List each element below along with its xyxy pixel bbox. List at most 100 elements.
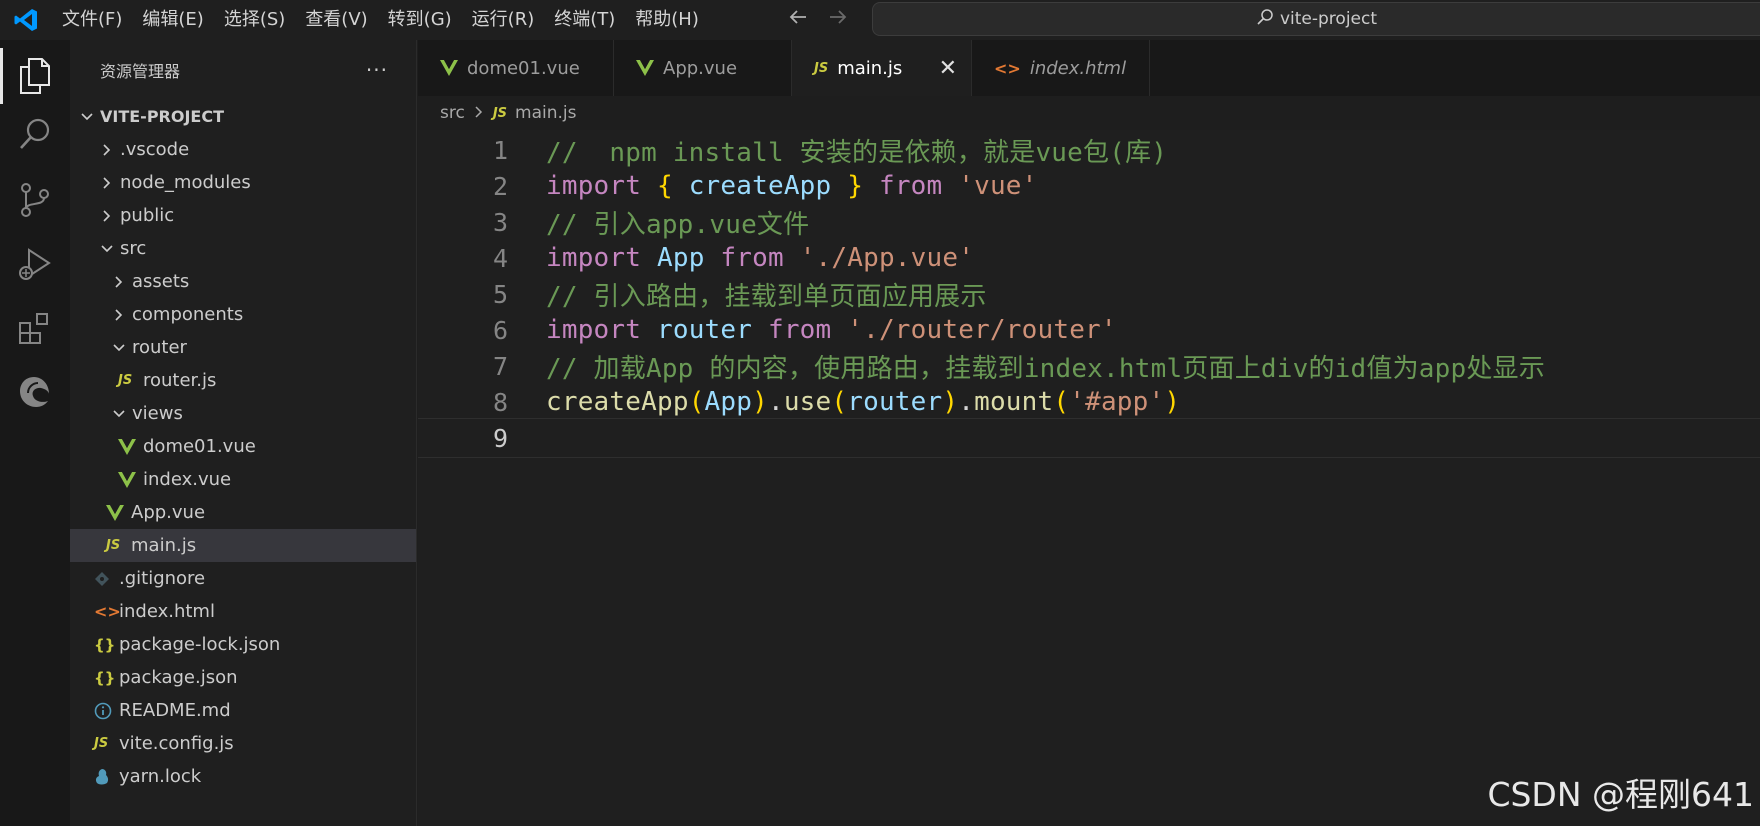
- code-text: import { createApp } from 'vue': [546, 171, 1038, 201]
- tab-label: index.html: [1029, 57, 1127, 79]
- vue-file-icon: [636, 60, 654, 76]
- tree-item-label: router: [132, 337, 187, 358]
- tree-item-label: README.md: [119, 700, 231, 721]
- line-number: 6: [492, 315, 508, 345]
- code-line: 7 // 加载App 的内容，使用路由，挂载到index.html页面上div的…: [418, 346, 1760, 386]
- html-file-icon: <>: [994, 58, 1021, 78]
- tree-item-gitignore[interactable]: .gitignore: [70, 562, 416, 595]
- tree-item-label: main.js: [131, 535, 197, 556]
- tree-item-app-vue[interactable]: App.vue: [70, 496, 416, 529]
- line-number: 3: [492, 207, 508, 237]
- tab-main-js[interactable]: JS main.js ✕: [792, 40, 972, 96]
- vscode-logo-icon: [0, 0, 52, 40]
- code-line: 2 import { createApp } from 'vue': [418, 166, 1760, 206]
- tree-item-label: node_modules: [120, 172, 251, 193]
- tree-item-label: .vscode: [120, 139, 190, 160]
- tree-item-label: public: [120, 205, 175, 226]
- code-text: // 引入app.vue文件: [546, 209, 810, 240]
- search-icon: [1256, 8, 1274, 30]
- html-file-icon: <>: [94, 602, 121, 621]
- line-number: 8: [492, 387, 508, 417]
- tree-item-views[interactable]: views: [70, 397, 416, 430]
- line-number: 5: [492, 279, 508, 309]
- close-icon[interactable]: ✕: [939, 56, 957, 81]
- tree-item-assets[interactable]: assets: [70, 265, 416, 298]
- menu-terminal[interactable]: 终端(T): [544, 0, 625, 40]
- tree-item-dome01-vue[interactable]: dome01.vue: [70, 430, 416, 463]
- code-text: // 引入路由，挂载到单页面应用展示: [546, 281, 987, 312]
- tree-item-label: dome01.vue: [143, 436, 256, 457]
- tree-root[interactable]: VITE-PROJECT: [70, 100, 416, 133]
- tree-item-label: vite.config.js: [119, 733, 234, 754]
- code-line: 6 import router from './router/router': [418, 310, 1760, 350]
- activity-bar: [0, 40, 70, 826]
- menu-run[interactable]: 运行(R): [462, 0, 545, 40]
- javascript-file-icon: JS: [492, 105, 508, 121]
- menu-file[interactable]: 文件(F): [52, 0, 132, 40]
- sidebar-title: 资源管理器: [100, 62, 181, 81]
- code-line: 3 // 引入app.vue文件: [418, 202, 1760, 242]
- tree-item-router-js[interactable]: JS router.js: [70, 364, 416, 397]
- tab-label: App.vue: [663, 57, 738, 79]
- code-line: 1 // npm install 安装的是依赖，就是vue包(库): [418, 130, 1760, 170]
- vue-file-icon: [440, 60, 458, 76]
- menu-bar: 文件(F) 编辑(E) 选择(S) 查看(V) 转到(G) 运行(R) 终端(T…: [52, 0, 709, 40]
- tab-app-vue[interactable]: App.vue: [614, 40, 792, 96]
- line-number: 4: [492, 243, 508, 273]
- tab-index-html[interactable]: <> index.html: [972, 40, 1150, 96]
- code-editor[interactable]: 1 // npm install 安装的是依赖，就是vue包(库) 2 impo…: [418, 130, 1760, 826]
- tree-item-label: views: [132, 403, 183, 424]
- tree-item-label: App.vue: [131, 502, 206, 523]
- tree-item-yarn-lock[interactable]: yarn.lock: [70, 760, 416, 793]
- tree-item-router[interactable]: router: [70, 331, 416, 364]
- extensions-icon[interactable]: [0, 292, 70, 364]
- menu-edit[interactable]: 编辑(E): [132, 0, 213, 40]
- tab-dome01-vue[interactable]: dome01.vue: [418, 40, 614, 96]
- chevron-down-icon: [78, 110, 96, 124]
- tree-item-public[interactable]: public: [70, 199, 416, 232]
- tree-item-label: src: [120, 238, 147, 259]
- forward-arrow-icon[interactable]: [825, 6, 851, 34]
- tree-item-vite-config[interactable]: JS vite.config.js: [70, 727, 416, 760]
- explorer-sidebar: 资源管理器 ··· VITE-PROJECT .vscode node_modu…: [70, 40, 417, 826]
- tree-item-components[interactable]: components: [70, 298, 416, 331]
- edge-icon[interactable]: [0, 356, 70, 428]
- command-center-label: vite-project: [1279, 9, 1378, 29]
- tree-item-readme[interactable]: README.md: [70, 694, 416, 727]
- code-text: createApp(App).use(router).mount('#app'): [546, 387, 1181, 417]
- tree-root-label: VITE-PROJECT: [100, 107, 225, 126]
- menu-view[interactable]: 查看(V): [295, 0, 377, 40]
- breadcrumb-file[interactable]: main.js: [515, 103, 576, 123]
- menu-selection[interactable]: 选择(S): [214, 0, 295, 40]
- more-actions-icon[interactable]: ···: [366, 58, 388, 82]
- vue-file-icon: [118, 438, 140, 455]
- code-line-current: 9: [418, 418, 1760, 458]
- chevron-right-icon: [110, 308, 128, 322]
- tree-item-package-json[interactable]: {} package.json: [70, 661, 416, 694]
- chevron-right-icon: [110, 275, 128, 289]
- tree-item-package-lock-json[interactable]: {} package-lock.json: [70, 628, 416, 661]
- tree-item-label: package.json: [119, 667, 238, 688]
- tree-item-label: .gitignore: [119, 568, 206, 589]
- tree-item-label: components: [132, 304, 244, 325]
- search-icon[interactable]: [0, 98, 70, 170]
- tree-item-index-vue[interactable]: index.vue: [70, 463, 416, 496]
- command-center-search[interactable]: vite-project: [872, 2, 1760, 36]
- breadcrumb-folder[interactable]: src: [440, 103, 465, 123]
- chevron-down-icon: [110, 341, 128, 355]
- code-line: 5 // 引入路由，挂载到单页面应用展示: [418, 274, 1760, 314]
- back-arrow-icon[interactable]: [785, 6, 811, 34]
- run-debug-icon[interactable]: [0, 228, 70, 300]
- source-control-icon[interactable]: [0, 164, 70, 236]
- code-text: import App from './App.vue': [546, 243, 975, 273]
- tree-item-src[interactable]: src: [70, 232, 416, 265]
- code-text: // npm install 安装的是依赖，就是vue包(库): [546, 137, 1168, 168]
- tree-item-index-html[interactable]: <> index.html: [70, 595, 416, 628]
- breadcrumb: src JS main.js: [418, 96, 577, 130]
- menu-go[interactable]: 转到(G): [378, 0, 462, 40]
- tree-item-node-modules[interactable]: node_modules: [70, 166, 416, 199]
- tree-item-main-js[interactable]: JS main.js: [70, 529, 416, 562]
- tree-item-vscode[interactable]: .vscode: [70, 133, 416, 166]
- navigation-arrows: [785, 0, 851, 40]
- menu-help[interactable]: 帮助(H): [625, 0, 709, 40]
